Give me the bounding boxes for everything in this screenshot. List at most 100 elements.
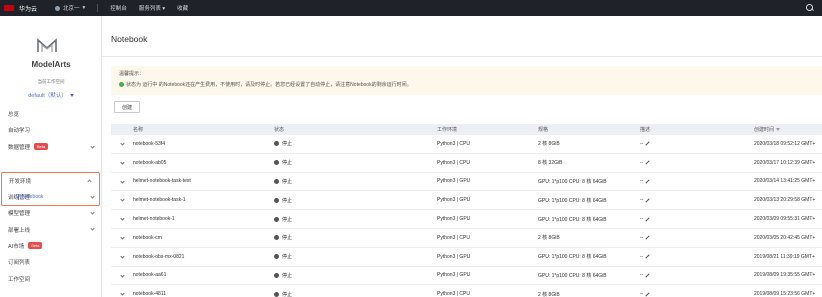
sidebar-item-overview[interactable]: 总览: [0, 106, 102, 122]
edit-icon[interactable]: [645, 235, 650, 240]
description-cell: --: [640, 197, 754, 203]
service-list-link[interactable]: 服务列表 ▾: [139, 4, 165, 12]
edit-icon[interactable]: [645, 198, 650, 203]
stopped-status-icon: [274, 197, 279, 203]
edit-icon[interactable]: [645, 141, 650, 147]
sidebar-item-auto-learning[interactable]: 自动学习: [0, 122, 102, 138]
table-row[interactable]: notebook-53f4 停止 Python3 | CPU 2 核 8GiB …: [111, 135, 822, 154]
status-text: 停止: [282, 235, 293, 242]
chevron-down-icon: ▾: [82, 5, 86, 11]
description-text: --: [640, 291, 644, 297]
chevron-down-icon: [120, 272, 125, 278]
status-cell: 停止: [274, 140, 437, 147]
table-row[interactable]: notebook-obs-mx-0821 停止 Python3 | GPU GP…: [111, 248, 822, 267]
table-body: notebook-53f4 停止 Python3 | CPU 2 核 8GiB …: [111, 135, 822, 297]
notebook-name[interactable]: helmet-notebook-1: [133, 216, 274, 222]
sidebar-item-model-management[interactable]: 模型管理: [0, 205, 102, 221]
column-header-spec[interactable]: 规格: [538, 126, 640, 133]
region-selector[interactable]: 北京一 ▾: [55, 4, 85, 12]
active-indicator: [18, 193, 19, 200]
chevron-down-icon: [90, 143, 95, 149]
edit-icon[interactable]: [645, 292, 650, 297]
workspace-value: default（默认）: [28, 93, 67, 99]
brand-name[interactable]: 华为云: [19, 4, 37, 13]
expand-toggle[interactable]: [111, 191, 133, 209]
spec-cell: GPU: 1*p100 CPU: 8 核 64GiB: [538, 178, 607, 185]
notebook-name[interactable]: notebook-ab05: [133, 160, 274, 166]
column-header-created[interactable]: 创建时间: [754, 126, 822, 133]
description-text: --: [640, 253, 644, 260]
description-cell: --: [640, 254, 754, 260]
create-button[interactable]: 创建: [114, 101, 140, 113]
stopped-status-icon: [274, 216, 279, 222]
table-row[interactable]: helmet-notebook-task-1 停止 Python3 | GPU …: [111, 191, 822, 211]
env-cell: Python3 | GPU: [437, 197, 471, 204]
column-header-name[interactable]: 名称: [133, 126, 274, 133]
console-link[interactable]: 控制台: [110, 4, 127, 12]
sidebar-item-deployment[interactable]: 部署上线: [0, 221, 102, 237]
sort-icon[interactable]: [776, 128, 781, 132]
sidebar-item-label: Notebook: [22, 193, 44, 200]
status-cell: 停止: [274, 272, 437, 279]
product-name: ModelArts: [31, 60, 71, 69]
table-row[interactable]: helmet-notebook-1 停止 Python3 | GPU GPU: …: [111, 210, 822, 229]
description-cell: --: [640, 160, 754, 166]
status-cell: 停止: [274, 197, 437, 204]
sidebar-item-notebook[interactable]: Notebook: [2, 189, 99, 204]
expand-toggle[interactable]: [111, 210, 133, 228]
sidebar-item-data-management[interactable]: 数据管理 Beta: [0, 139, 102, 155]
stopped-status-icon: [274, 160, 279, 166]
table-row[interactable]: notebook-4811 停止 Python3 | CPU 2 核 8GiB …: [111, 285, 822, 297]
stopped-status-icon: [274, 291, 279, 297]
column-header-status[interactable]: 状态: [274, 126, 437, 133]
workspace-selector[interactable]: default（默认）: [0, 91, 102, 99]
chevron-down-icon: [120, 197, 125, 203]
notebook-name[interactable]: notebook-53f4: [133, 141, 274, 147]
notebook-name[interactable]: notebook-aa61: [133, 272, 274, 278]
notebook-name[interactable]: notebook-4811: [133, 291, 274, 297]
table-row[interactable]: notebook-ab05 停止 Python3 | CPU 8 核 32GiB…: [111, 154, 822, 173]
status-text: 停止: [282, 197, 293, 204]
status-text: 停止: [282, 160, 293, 167]
edit-icon[interactable]: [645, 273, 650, 278]
expand-toggle[interactable]: [111, 229, 133, 247]
notebook-name[interactable]: helmet-notebook-task-1: [133, 197, 274, 203]
expand-toggle[interactable]: [111, 248, 133, 266]
sidebar-item-ai-market[interactable]: AI市场 Beta: [0, 238, 102, 254]
expand-toggle[interactable]: [111, 135, 133, 153]
stopped-status-icon: [274, 235, 279, 241]
status-cell: 停止: [274, 216, 437, 223]
sidebar-item-label: 开发环境: [9, 179, 32, 186]
column-header-description[interactable]: 描述: [640, 126, 754, 133]
search-icon[interactable]: [806, 4, 814, 12]
spec-cell: GPU: 1*p100 CPU: 8 核 64GiB: [538, 272, 607, 279]
sidebar-item-label: 工作空间: [8, 276, 31, 283]
expand-toggle[interactable]: [111, 173, 133, 191]
sidebar-item-workspace[interactable]: 工作空间: [0, 270, 102, 286]
notebook-name[interactable]: helmet-notebook-task-test: [133, 178, 274, 184]
chevron-down-icon: [120, 178, 125, 184]
table-row[interactable]: helmet-notebook-task-test 停止 Python3 | G…: [111, 173, 822, 192]
notebook-name[interactable]: notebook-cm: [133, 235, 274, 241]
sidebar-group-dev-environment: 开发环境 Notebook: [1, 172, 100, 206]
favorites-link[interactable]: 收藏: [177, 4, 188, 12]
expand-toggle[interactable]: [111, 154, 133, 172]
sidebar-item-dev-environment[interactable]: 开发环境: [2, 173, 99, 189]
expand-toggle[interactable]: [111, 267, 133, 285]
edit-icon[interactable]: [645, 216, 650, 222]
table-row[interactable]: notebook-aa61 停止 Python3 | GPU GPU: 1*p1…: [111, 267, 822, 286]
notebook-name[interactable]: notebook-obs-mx-0821: [133, 254, 274, 260]
table-row[interactable]: notebook-cm 停止 Python3 | CPU 2 核 8GiB --…: [111, 229, 822, 248]
chevron-down-icon: [120, 254, 125, 259]
expand-toggle[interactable]: [111, 285, 133, 297]
edit-icon[interactable]: [645, 179, 650, 184]
status-cell: 停止: [274, 159, 437, 166]
top-bar: 华为云 北京一 ▾ 控制台 服务列表 ▾ 收藏: [0, 0, 822, 16]
chevron-down-icon: [120, 141, 125, 146]
huawei-logo[interactable]: [4, 5, 14, 11]
column-header-env[interactable]: 工作环境: [437, 126, 538, 133]
spec-cell: 2 核 8GiB: [538, 235, 560, 242]
edit-icon[interactable]: [645, 160, 650, 165]
edit-icon[interactable]: [645, 254, 650, 259]
sidebar-item-subscriptions[interactable]: 订阅列表: [0, 254, 102, 270]
